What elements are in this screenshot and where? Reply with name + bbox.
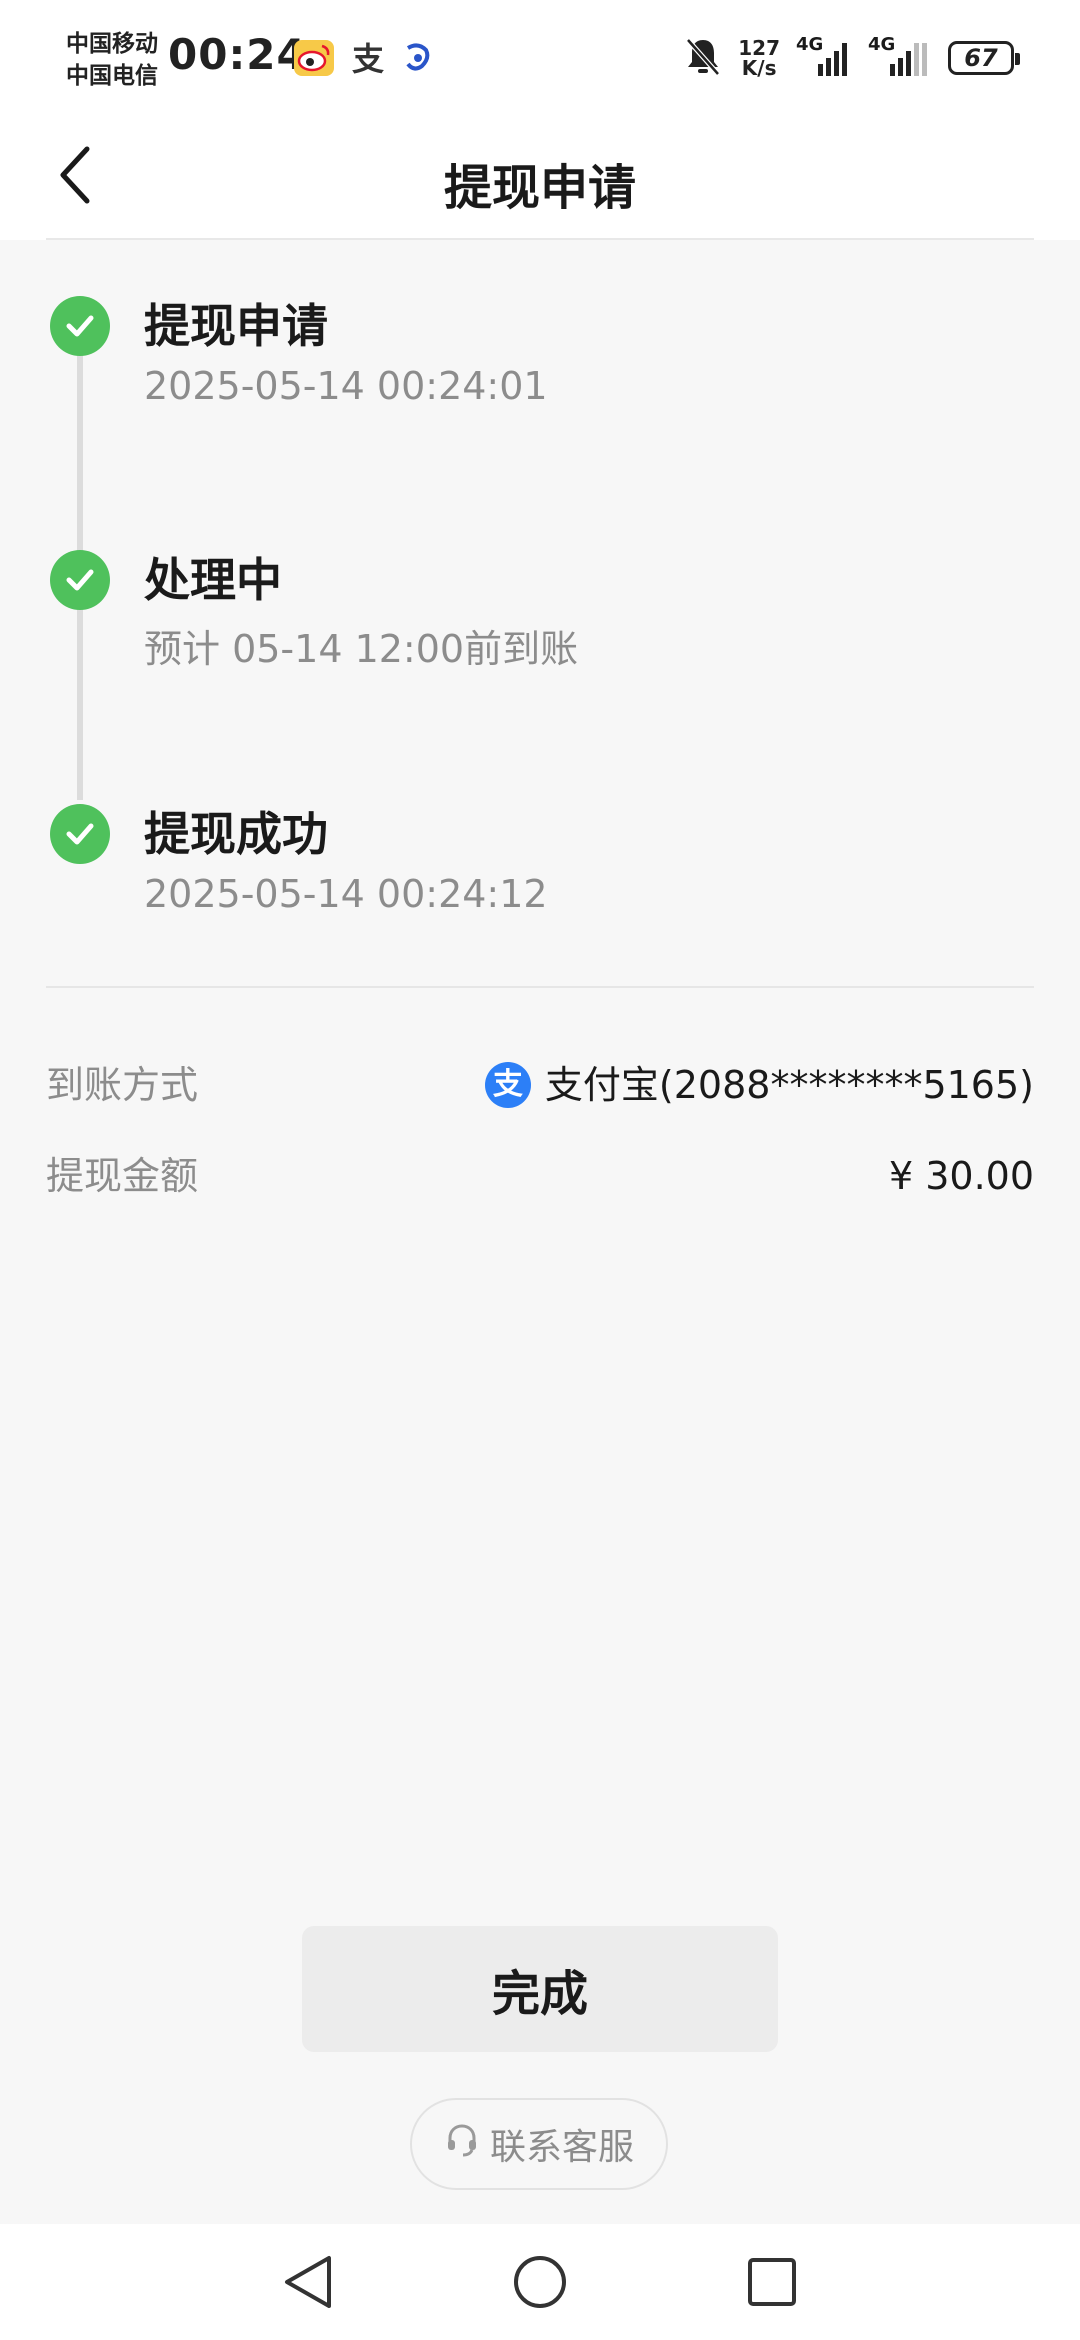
carrier-1: 中国移动 <box>66 31 158 57</box>
status-indicators: 127 K/s 4G 4G 67 <box>684 34 1020 80</box>
withdraw-amount-label: 提现金额 <box>46 1154 199 1198</box>
system-nav-bar <box>0 2224 1080 2340</box>
withdraw-amount-row: 提现金额 ¥ 30.00 <box>46 1146 1034 1206</box>
payout-method-row: 到账方式 支 支付宝(2088********5165) <box>46 1055 1034 1115</box>
signal-label: 4G <box>868 34 896 55</box>
page-title: 提现申请 <box>443 160 636 216</box>
signal-icon: 4G <box>868 34 932 78</box>
step-title: 提现申请 <box>144 299 328 353</box>
step-subtitle: 2025-05-14 00:24:12 <box>144 872 548 916</box>
done-button[interactable]: 完成 <box>302 1926 778 2052</box>
withdraw-amount-value: ¥ 30.00 <box>888 1154 1034 1198</box>
step-title: 处理中 <box>144 553 282 607</box>
alipay-status-icon: 支 <box>348 40 388 80</box>
circle-home-icon <box>512 2254 568 2314</box>
system-back-button[interactable] <box>278 2254 338 2314</box>
network-speed: 127 K/s <box>738 38 780 78</box>
check-circle-icon <box>50 550 110 610</box>
signal-icon: 4G <box>796 34 852 78</box>
nav-header: 提现申请 <box>0 120 1080 240</box>
battery-indicator: 67 <box>948 41 1020 75</box>
header-divider <box>46 238 1034 240</box>
payout-method-value: 支 支付宝(2088********5165) <box>484 1055 1034 1115</box>
system-recents-button[interactable] <box>742 2254 802 2314</box>
step-title: 提现成功 <box>144 807 328 861</box>
square-recents-icon <box>746 2256 798 2312</box>
step-subtitle: 预计 05-14 12:00前到账 <box>144 627 579 671</box>
status-app-icons: 支 <box>294 40 432 80</box>
check-circle-icon <box>50 296 110 356</box>
headset-icon <box>444 2122 480 2167</box>
carrier-2: 中国电信 <box>66 63 158 89</box>
system-home-button[interactable] <box>510 2254 570 2314</box>
section-divider <box>46 986 1034 988</box>
contact-service-button[interactable]: 联系客服 <box>410 2098 668 2190</box>
baidu-icon <box>402 40 432 80</box>
status-clock: 00:24 <box>168 30 307 79</box>
signal-label: 4G <box>796 34 824 55</box>
network-speed-unit: K/s <box>741 56 777 80</box>
carrier-info: 中国移动 中国电信 <box>66 28 158 92</box>
payout-account: 支付宝(2088********5165) <box>544 1063 1034 1107</box>
contact-service-label: 联系客服 <box>489 2127 634 2168</box>
triangle-back-icon <box>281 2254 335 2314</box>
check-circle-icon <box>50 804 110 864</box>
svg-text:支: 支 <box>352 40 384 76</box>
alipay-icon: 支 <box>484 1062 531 1108</box>
network-speed-value: 127 <box>738 36 780 60</box>
status-bar: 中国移动 中国电信 00:24 支 127 K/s 4G 4G 67 <box>0 0 1080 120</box>
weibo-icon <box>294 40 334 80</box>
bell-off-icon <box>684 36 722 80</box>
step-subtitle: 2025-05-14 00:24:01 <box>144 364 548 408</box>
payout-method-label: 到账方式 <box>46 1063 199 1107</box>
